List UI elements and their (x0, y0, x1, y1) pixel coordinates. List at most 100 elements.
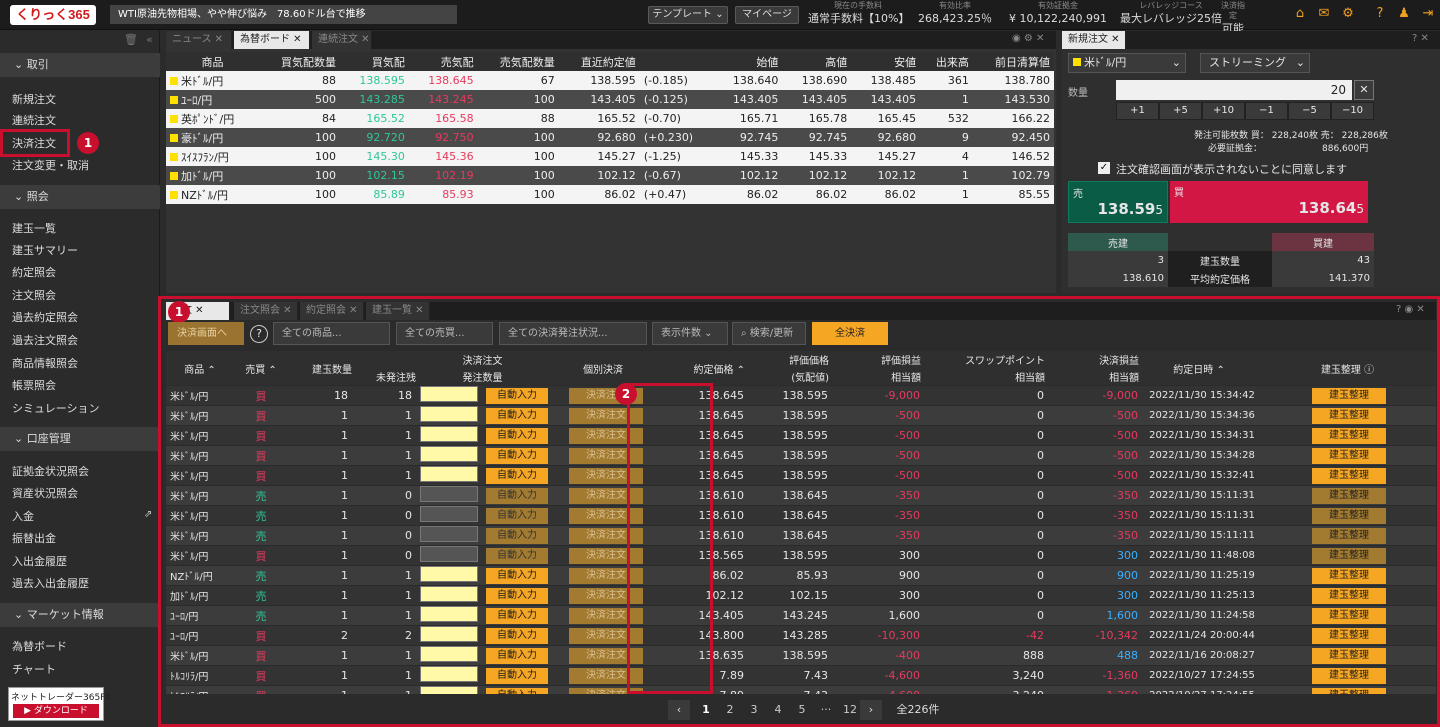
panel-tools-icon[interactable]: ? ✕ (1412, 33, 1429, 44)
page-link[interactable]: ··· (814, 700, 838, 720)
page-link[interactable]: 4 (766, 700, 790, 720)
search-button[interactable]: ⌕ 検索/更新 (732, 322, 806, 345)
collapse-icon[interactable]: « (146, 33, 153, 46)
table-row[interactable]: 米ﾄﾞﾙ/円買 18 18 自動入力 決済注文 138.645 138.595 -9,000 0… (166, 386, 1436, 407)
tidy-button[interactable]: 建玉整理 (1312, 647, 1386, 664)
logout-icon[interactable]: ⇥ (1420, 6, 1436, 22)
sidebar-section-account[interactable]: ⌄ 口座管理 (0, 427, 160, 451)
tidy-button[interactable]: 建玉整理 (1312, 667, 1386, 684)
auto-fill-button[interactable]: 自動入力 (486, 607, 548, 624)
template-button[interactable]: テンプレート ⌄ (648, 6, 728, 24)
panel-tools-icon[interactable]: ? ◉ ✕ (1396, 304, 1425, 315)
order-qty-input[interactable] (420, 666, 478, 683)
buy-button[interactable]: 買 138.645 (1170, 181, 1368, 223)
next-page-icon[interactable]: › (860, 700, 882, 720)
gear-icon[interactable]: ⚙ (1340, 6, 1356, 22)
order-qty-input[interactable] (420, 566, 478, 583)
auto-fill-button[interactable]: 自動入力 (486, 427, 548, 444)
sidebar-item-fx-board[interactable]: 為替ボード (12, 639, 67, 655)
tab-news[interactable]: ニュース ✕ (166, 31, 232, 49)
order-qty-input[interactable] (420, 626, 478, 643)
sidebar-item-new-order[interactable]: 新規注文 (12, 92, 56, 108)
tidy-button[interactable]: 建玉整理 (1312, 627, 1386, 644)
tidy-button[interactable]: 建玉整理 (1312, 607, 1386, 624)
auto-fill-button[interactable]: 自動入力 (486, 647, 548, 664)
sidebar-item-margin-status[interactable]: 証拠金状況照会 (12, 464, 89, 480)
table-row[interactable]: 米ﾄﾞﾙ/円買 1 1 自動入力 決済注文 138.635 138.595 -400 888 48… (166, 645, 1436, 667)
tidy-button[interactable]: 建玉整理 (1312, 427, 1386, 444)
page-link[interactable]: 5 (790, 700, 814, 720)
table-row[interactable]: 米ﾄﾞﾙ/円売 1 0 自動入力 決済注文 138.610 138.645 -350 0 -350… (166, 505, 1436, 527)
rates-row[interactable]: 英ﾎﾟﾝﾄﾞ/円 84 165.52 165.58 88 165.52 (-0.70) 165… (166, 109, 1054, 128)
rates-row[interactable]: ﾕｰﾛ/円 500 143.285 143.245 100 143.405 (-0.125)… (166, 90, 1054, 109)
table-row[interactable]: 米ﾄﾞﾙ/円買 1 1 自動入力 決済注文 138.645 138.595 -500 0 -500… (166, 445, 1436, 467)
tidy-button[interactable]: 建玉整理 (1312, 487, 1386, 504)
status-filter[interactable]: 全ての決済発注状況... (499, 322, 647, 345)
product-filter[interactable]: 全ての商品... (273, 322, 390, 345)
qty-step-button[interactable]: +10 (1202, 102, 1245, 120)
tidy-button[interactable]: 建玉整理 (1312, 447, 1386, 464)
rates-row[interactable]: ｽｲｽﾌﾗﾝ/円 100 145.30 145.36 100 145.27 (-1.25) 1… (166, 147, 1054, 166)
page-link[interactable]: 12 (838, 700, 862, 720)
table-row[interactable]: 米ﾄﾞﾙ/円買 1 1 自動入力 決済注文 138.645 138.595 -500 0 -500… (166, 405, 1436, 427)
qty-step-button[interactable]: −10 (1331, 102, 1374, 120)
auto-fill-button[interactable]: 自動入力 (486, 547, 548, 564)
goto-settle-button[interactable]: 決済画面へ (168, 322, 244, 345)
sidebar-item-reports[interactable]: 帳票照会 (12, 378, 56, 394)
auto-fill-button[interactable]: 自動入力 (486, 387, 548, 404)
tab-continuous[interactable]: 連続注文 ✕ (312, 31, 372, 49)
tidy-button[interactable]: 建玉整理 (1312, 587, 1386, 604)
table-row[interactable]: ﾄﾙｺﾘﾗ/円買11自動入力決済注文7.897.43-4,6003,240-1,… (166, 665, 1436, 687)
sidebar-item-past-execution[interactable]: 過去約定照会 (12, 310, 78, 326)
mail-icon[interactable]: ✉ (1316, 6, 1332, 22)
auto-fill-button[interactable]: 自動入力 (486, 447, 548, 464)
tab-order-inquiry[interactable]: 注文照会 ✕ (234, 302, 298, 320)
auto-fill-button[interactable]: 自動入力 (486, 467, 548, 484)
sidebar-item-positions[interactable]: 建玉一覧 (12, 221, 56, 237)
clear-icon[interactable]: ✕ (1354, 80, 1374, 100)
brand-logo[interactable]: くりっく365 (10, 5, 96, 25)
rates-row[interactable]: 加ﾄﾞﾙ/円 100 102.15 102.19 100 102.12 (-0.67) 102… (166, 166, 1054, 185)
tab-execution[interactable]: 約定照会 ✕ (300, 302, 364, 320)
qty-step-button[interactable]: +1 (1116, 102, 1159, 120)
table-row[interactable]: NZﾄﾞﾙ/円売 1 1 自動入力 決済注文 86.02 85.93 900 0 900 2022/… (166, 565, 1436, 587)
tab-positions[interactable]: 建玉一覧 ✕ (366, 302, 430, 320)
sell-button[interactable]: 売 138.595 (1068, 181, 1168, 223)
order-qty-input[interactable] (420, 586, 478, 603)
page-link[interactable]: 1 (694, 700, 718, 720)
mode-select[interactable]: ストリーミング ⌄ (1200, 53, 1310, 73)
tidy-button[interactable]: 建玉整理 (1312, 407, 1386, 424)
settle-all-button[interactable]: 全決済 (812, 322, 888, 345)
page-link[interactable]: 3 (742, 700, 766, 720)
sidebar-section-trade[interactable]: ⌄ 取引 (0, 53, 160, 77)
sidebar-item-continuous-order[interactable]: 連続注文 (12, 113, 56, 129)
auto-fill-button[interactable]: 自動入力 (486, 567, 548, 584)
sidebar-item-position-summary[interactable]: 建玉サマリー (12, 243, 78, 259)
sidebar-item-transfer[interactable]: 振替出金 (12, 531, 56, 547)
trash-icon[interactable]: 🗑 (124, 33, 138, 46)
sidebar-item-asset-status[interactable]: 資産状況照会 (12, 486, 78, 502)
prev-page-icon[interactable]: ‹ (668, 700, 690, 720)
table-row[interactable]: 米ﾄﾞﾙ/円買 1 1 自動入力 決済注文 138.645 138.595 -500 0 -500… (166, 425, 1436, 447)
order-qty-input[interactable] (420, 426, 478, 443)
side-filter[interactable]: 全ての売買... (396, 322, 493, 345)
table-row[interactable]: ﾕｰﾛ/円買 2 2 自動入力 決済注文 143.800 143.285 -10,300 -42… (166, 625, 1436, 647)
order-qty-input[interactable] (420, 606, 478, 623)
sidebar-item-order-inquiry[interactable]: 注文照会 (12, 288, 56, 304)
confirm-checkbox[interactable]: ✓ (1098, 162, 1110, 174)
sidebar-item-deposit[interactable]: 入金 (12, 509, 34, 525)
tab-new-order[interactable]: 新規注文 ✕ (1062, 31, 1126, 49)
qty-step-button[interactable]: −1 (1245, 102, 1288, 120)
order-qty-input[interactable] (420, 406, 478, 423)
tidy-button[interactable]: 建玉整理 (1312, 527, 1386, 544)
qty-input[interactable]: 20 (1116, 80, 1352, 100)
help-icon[interactable]: ? (250, 325, 268, 343)
order-qty-input[interactable] (420, 466, 478, 483)
user-icon[interactable]: ♟ (1396, 6, 1412, 22)
order-qty-input[interactable] (420, 446, 478, 463)
auto-fill-button[interactable]: 自動入力 (486, 527, 548, 544)
table-row[interactable]: 米ﾄﾞﾙ/円売 1 0 自動入力 決済注文 138.610 138.645 -350 0 -350… (166, 485, 1436, 507)
news-ticker[interactable]: WTI原油先物相場、やや伸び悩み 78.60ドル台で推移 (110, 5, 457, 24)
sidebar-item-chart[interactable]: チャート (12, 662, 56, 678)
qty-step-button[interactable]: +5 (1159, 102, 1202, 120)
